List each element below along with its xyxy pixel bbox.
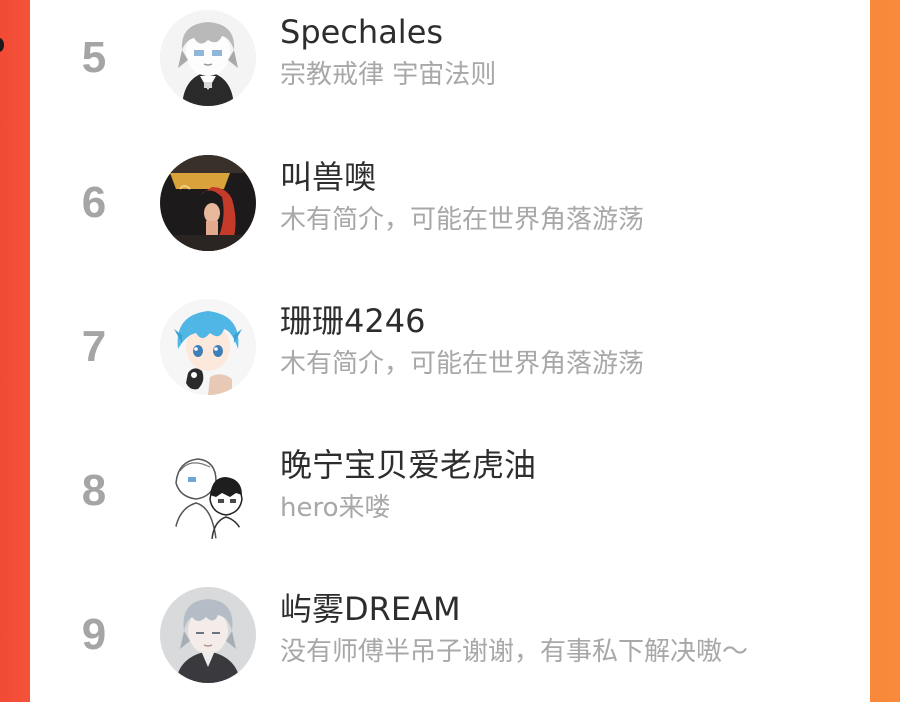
ranking-row[interactable]: 7 珊珊4246 木有简介，可能在世界角落游荡 xyxy=(30,287,870,407)
rank-number: 5 xyxy=(81,33,107,82)
rank-number: 7 xyxy=(81,322,107,371)
user-name: 屿雾DREAM xyxy=(280,590,461,628)
ranking-row[interactable]: 5 Spechales 宗教戒律 宇宙法则 xyxy=(30,0,870,118)
rank-number: 8 xyxy=(81,466,107,515)
user-name: 叫兽噢 xyxy=(280,158,377,196)
edge-dot-decoration xyxy=(0,38,4,52)
user-avatar[interactable] xyxy=(160,587,256,683)
user-bio: 木有简介，可能在世界角落游荡 xyxy=(280,205,645,235)
mermaid-poster-avatar-icon xyxy=(160,155,256,251)
anime-silver-hair-avatar-icon xyxy=(160,587,256,683)
user-bio: hero来喽 xyxy=(280,493,391,523)
ranking-row[interactable]: 6 叫兽噢 木有简介，可能在世界角落游荡 xyxy=(30,143,870,263)
anime-gray-hair-avatar-icon xyxy=(160,10,256,106)
anime-blue-hair-avatar-icon xyxy=(160,299,256,395)
ranking-row[interactable]: 9 屿雾DREAM 没有师傅半吊子谢谢，有事私下解决嗷～ xyxy=(30,575,870,695)
user-name: 晚宁宝贝爱老虎油 xyxy=(280,446,537,484)
user-bio: 木有简介，可能在世界角落游荡 xyxy=(280,349,645,379)
rank-number: 9 xyxy=(81,610,107,659)
user-bio: 没有师傅半吊子谢谢，有事私下解决嗷～ xyxy=(280,637,749,667)
user-avatar[interactable] xyxy=(160,10,256,106)
sketch-couple-avatar-icon xyxy=(160,443,256,539)
user-name: Spechales xyxy=(280,13,444,51)
user-avatar[interactable] xyxy=(160,155,256,251)
user-avatar[interactable] xyxy=(160,299,256,395)
rank-number: 6 xyxy=(81,178,107,227)
ranking-list-panel: 5 Spechales 宗教戒律 宇宙法则 6 叫兽噢 木有简介，可能在世界角落… xyxy=(30,0,870,702)
user-bio: 宗教戒律 宇宙法则 xyxy=(280,60,497,90)
user-avatar[interactable] xyxy=(160,443,256,539)
user-name: 珊珊4246 xyxy=(280,302,426,340)
ranking-row[interactable]: 8 晚宁宝贝爱老虎油 hero来喽 xyxy=(30,431,870,551)
